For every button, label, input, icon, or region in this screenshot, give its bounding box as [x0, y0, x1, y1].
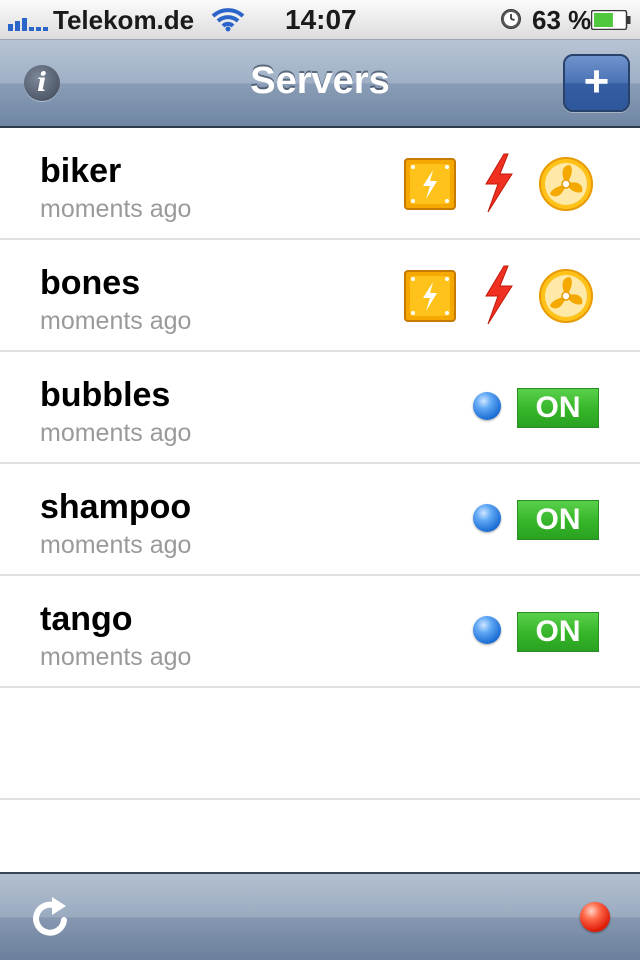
wifi-icon — [211, 8, 245, 32]
server-name: bones — [40, 264, 141, 302]
blue-status-dot-icon — [473, 504, 501, 532]
fan-icon — [539, 269, 593, 323]
server-row-tango[interactable]: tango moments ago ON — [0, 576, 640, 688]
plus-icon: + — [583, 57, 610, 106]
battery-percent: 63 % — [532, 5, 592, 35]
power-supply-icon — [404, 270, 456, 322]
signal-bars-icon — [8, 18, 48, 31]
server-name: shampoo — [40, 488, 192, 526]
lightning-icon — [485, 153, 513, 213]
power-supply-icon — [404, 158, 456, 210]
clock-icon — [501, 9, 521, 29]
empty-list-row — [0, 688, 640, 800]
server-list: biker moments ago bones moments ago bubb… — [0, 128, 640, 872]
server-updated: moments ago — [40, 531, 192, 559]
server-name: bubbles — [40, 376, 171, 414]
blue-status-dot-icon — [473, 392, 501, 420]
server-row-biker[interactable]: biker moments ago — [0, 128, 640, 240]
on-status-label: ON — [535, 503, 581, 536]
on-status-badge: ON — [517, 500, 599, 540]
status-time: 14:07 — [285, 4, 357, 35]
server-updated: moments ago — [40, 643, 192, 671]
blue-status-dot-icon — [473, 616, 501, 644]
server-updated: moments ago — [40, 195, 192, 223]
server-updated: moments ago — [40, 307, 192, 335]
carrier-name: Telekom.de — [53, 5, 195, 35]
page-title: Servers — [250, 60, 390, 102]
refresh-icon[interactable] — [26, 894, 74, 942]
server-row-shampoo[interactable]: shampoo moments ago ON — [0, 464, 640, 576]
battery-icon — [591, 10, 631, 30]
navigation-bar: i Servers + — [0, 40, 640, 128]
server-updated: moments ago — [40, 419, 192, 447]
connection-status-icon — [580, 902, 610, 932]
server-name: biker — [40, 152, 122, 190]
status-bar: Telekom.de 14:07 63 % — [0, 0, 640, 40]
fan-icon — [539, 157, 593, 211]
on-status-label: ON — [535, 391, 581, 424]
server-name: tango — [40, 600, 133, 638]
on-status-badge: ON — [517, 388, 599, 428]
lightning-icon — [485, 265, 513, 325]
on-status-label: ON — [535, 615, 581, 648]
server-row-bones[interactable]: bones moments ago — [0, 240, 640, 352]
bottom-toolbar — [0, 872, 640, 960]
add-server-button[interactable]: + — [563, 54, 630, 112]
server-row-bubbles[interactable]: bubbles moments ago ON — [0, 352, 640, 464]
on-status-badge: ON — [517, 612, 599, 652]
